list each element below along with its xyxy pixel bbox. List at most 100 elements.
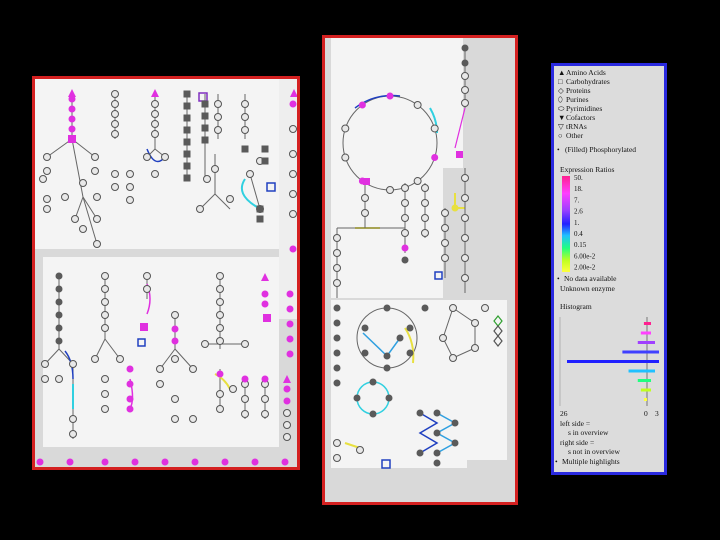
metabolite-node[interactable] bbox=[401, 244, 409, 252]
metabolite-node[interactable] bbox=[61, 193, 69, 201]
metabolite-node[interactable] bbox=[283, 409, 291, 417]
metabolite-node[interactable] bbox=[286, 290, 294, 298]
carbohydrate-node[interactable] bbox=[183, 102, 191, 110]
metabolite-node[interactable] bbox=[441, 224, 449, 232]
metabolite-node[interactable] bbox=[68, 115, 76, 123]
metabolite-node[interactable] bbox=[91, 153, 99, 161]
metabolite-node[interactable] bbox=[333, 264, 341, 272]
metabolite-node[interactable] bbox=[401, 256, 409, 264]
metabolite-node[interactable] bbox=[461, 254, 469, 262]
metabolite-node[interactable] bbox=[101, 298, 109, 306]
metabolite-node[interactable] bbox=[116, 355, 124, 363]
metabolite-node[interactable] bbox=[416, 409, 424, 417]
metabolite-node[interactable] bbox=[261, 300, 269, 308]
metabolite-node[interactable] bbox=[203, 175, 211, 183]
metabolite-node[interactable] bbox=[69, 415, 77, 423]
metabolite-node[interactable] bbox=[283, 421, 291, 429]
metabolite-node[interactable] bbox=[333, 334, 341, 342]
metabolite-node[interactable] bbox=[214, 126, 222, 134]
metabolite-node[interactable] bbox=[283, 397, 291, 405]
metabolite-node[interactable] bbox=[126, 365, 134, 373]
metabolite-node[interactable] bbox=[55, 285, 63, 293]
metabolite-node[interactable] bbox=[441, 209, 449, 217]
metabolite-node[interactable] bbox=[383, 352, 391, 360]
metabolite-node[interactable] bbox=[461, 99, 469, 107]
metabolite-node[interactable] bbox=[93, 240, 101, 248]
metabolite-node[interactable] bbox=[91, 355, 99, 363]
metabolite-node[interactable] bbox=[251, 458, 259, 466]
metabolite-node[interactable] bbox=[151, 100, 159, 108]
phosphorylated-node[interactable] bbox=[263, 314, 271, 322]
metabolite-node[interactable] bbox=[286, 335, 294, 343]
metabolite-node[interactable] bbox=[358, 101, 366, 109]
metabolite-node[interactable] bbox=[281, 458, 289, 466]
metabolite-node[interactable] bbox=[461, 234, 469, 242]
metabolite-node[interactable] bbox=[68, 125, 76, 133]
metabolite-node[interactable] bbox=[333, 349, 341, 357]
pathway-diagram-middle[interactable] bbox=[325, 38, 515, 502]
carbohydrate-node[interactable] bbox=[183, 126, 191, 134]
metabolite-node[interactable] bbox=[156, 380, 164, 388]
metabolite-node[interactable] bbox=[101, 458, 109, 466]
metabolite-node[interactable] bbox=[461, 274, 469, 282]
metabolite-node[interactable] bbox=[241, 100, 249, 108]
metabolite-node[interactable] bbox=[214, 113, 222, 121]
metabolite-node[interactable] bbox=[55, 311, 63, 319]
metabolite-node[interactable] bbox=[171, 415, 179, 423]
metabolite-node[interactable] bbox=[126, 395, 134, 403]
metabolite-node[interactable] bbox=[171, 395, 179, 403]
metabolite-node[interactable] bbox=[171, 337, 179, 345]
metabolite-node[interactable] bbox=[461, 214, 469, 222]
metabolite-node[interactable] bbox=[216, 324, 224, 332]
metabolite-node[interactable] bbox=[79, 179, 87, 187]
carbohydrate-node[interactable] bbox=[183, 150, 191, 158]
metabolite-node[interactable] bbox=[261, 410, 269, 418]
metabolite-node[interactable] bbox=[413, 177, 422, 186]
metabolite-node[interactable] bbox=[401, 184, 409, 192]
metabolite-node[interactable] bbox=[216, 298, 224, 306]
metabolite-node[interactable] bbox=[151, 170, 159, 178]
metabolite-node[interactable] bbox=[216, 337, 224, 345]
metabolite-node[interactable] bbox=[441, 254, 449, 262]
metabolite-node[interactable] bbox=[289, 190, 297, 198]
metabolite-node[interactable] bbox=[101, 390, 109, 398]
metabolite-node[interactable] bbox=[421, 214, 429, 222]
metabolite-node[interactable] bbox=[171, 355, 179, 363]
metabolite-node[interactable] bbox=[171, 325, 179, 333]
carbohydrate-node[interactable] bbox=[261, 145, 269, 153]
metabolite-node[interactable] bbox=[353, 394, 361, 402]
carbohydrate-node[interactable] bbox=[256, 205, 264, 213]
pathway-diagram-left[interactable] bbox=[35, 79, 297, 467]
phosphorylated-node[interactable] bbox=[68, 135, 76, 143]
carbohydrate-node[interactable] bbox=[183, 162, 191, 170]
metabolite-node[interactable] bbox=[430, 124, 439, 133]
metabolite-node[interactable] bbox=[161, 153, 169, 161]
metabolite-node[interactable] bbox=[449, 304, 457, 312]
metabolite-node[interactable] bbox=[241, 340, 249, 348]
metabolite-node[interactable] bbox=[461, 174, 469, 182]
amino-acid-node[interactable] bbox=[283, 375, 291, 383]
metabolite-node[interactable] bbox=[216, 311, 224, 319]
metabolite-node[interactable] bbox=[286, 320, 294, 328]
metabolite-node[interactable] bbox=[156, 365, 164, 373]
metabolite-node[interactable] bbox=[55, 298, 63, 306]
metabolite-node[interactable] bbox=[41, 360, 49, 368]
metabolite-node[interactable] bbox=[126, 183, 134, 191]
metabolite-node[interactable] bbox=[171, 311, 179, 319]
metabolite-node[interactable] bbox=[101, 311, 109, 319]
metabolite-node[interactable] bbox=[216, 390, 224, 398]
metabolite-node[interactable] bbox=[241, 410, 249, 418]
metabolite-node[interactable] bbox=[189, 365, 197, 373]
metabolite-node[interactable] bbox=[101, 272, 109, 280]
metabolite-node[interactable] bbox=[66, 458, 74, 466]
metabolite-node[interactable] bbox=[229, 385, 237, 393]
metabolite-node[interactable] bbox=[416, 449, 424, 457]
metabolite-node[interactable] bbox=[286, 350, 294, 358]
metabolite-node[interactable] bbox=[91, 167, 99, 175]
metabolite-node[interactable] bbox=[341, 124, 350, 133]
metabolite-node[interactable] bbox=[101, 405, 109, 413]
metabolite-node[interactable] bbox=[333, 234, 341, 242]
pathway-panel-left[interactable] bbox=[32, 76, 300, 470]
metabolite-node[interactable] bbox=[421, 229, 429, 237]
metabolite-node[interactable] bbox=[401, 229, 409, 237]
